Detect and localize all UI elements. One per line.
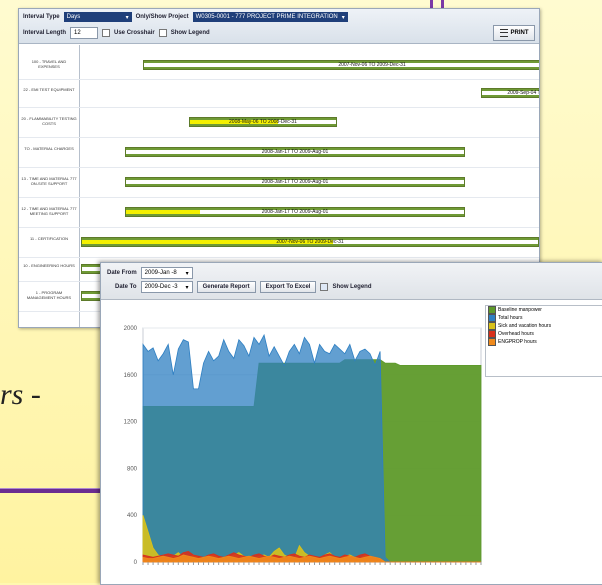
gantt-row: 22 - EMI TEST EQUIPMENT 2009-Sep-04 TO 20…	[19, 79, 539, 108]
print-button[interactable]: PRINT	[493, 25, 535, 41]
gantt-row-label: 10 - ENGINEERING HOURS	[23, 263, 75, 268]
date-to-select[interactable]: 2009-Dec -3 ▾	[140, 281, 193, 293]
date-from-value: 2009-Jan -8	[144, 270, 177, 276]
gantt-row-label: TO - MATERIAL CHARGES	[24, 146, 74, 151]
interval-type-value: Days	[66, 14, 81, 20]
legend-label: Sick and vacation hours	[498, 323, 552, 329]
y-tick-label: 1600	[124, 373, 138, 379]
slide-partial-text: rs -	[0, 378, 41, 411]
gantt-bar-label: 2008-May-06 TO 2008-Dec-31	[229, 119, 297, 125]
interval-type-label: Interval Type	[23, 14, 60, 20]
chevron-down-icon: ▾	[185, 270, 189, 277]
interval-length-input[interactable]: 12	[70, 27, 99, 39]
generate-report-button[interactable]: Generate Report	[196, 281, 256, 293]
gantt-row-label: 20 - FLAMMABILITY TESTING COSTS	[21, 116, 77, 126]
gantt-row-label: 1 - PROGRAM MANAGEMENT HOURS	[26, 290, 72, 300]
project-value: W0305-0001 - 777 PROJECT PRIME INTEGRATI…	[195, 14, 338, 20]
legend-label: Baseline manpower	[498, 307, 542, 313]
legend-item: Overhead hours	[486, 330, 602, 338]
legend-item: ENGPROP hours	[486, 338, 602, 346]
gantt-row-label: 100 - TRAVEL AND EXPENSES	[31, 59, 67, 69]
gantt-bar-label: 2008-Jan-17 TO 2009-Aug-01	[261, 179, 329, 185]
gantt-bar[interactable]: 2008-Jan-17 TO 2009-Aug-01	[125, 207, 465, 217]
interval-length-label: Interval Length	[23, 30, 67, 36]
legend-swatch	[488, 322, 496, 330]
gantt-row: 13 - TIME AND MATERIAL 777 ON-SITE SUPPO…	[19, 167, 539, 198]
report-window: Date From 2009-Jan -8 ▾ Date To 2009-Dec…	[100, 262, 602, 585]
show-legend-checkbox[interactable]	[158, 29, 167, 37]
y-tick-label: 1200	[124, 420, 138, 426]
legend-swatch	[488, 306, 496, 314]
gantt-bar-label: 2007-Nov-06 TO 2009-Dec-31	[338, 62, 406, 68]
legend-swatch	[488, 338, 496, 346]
report-toolbar: Date From 2009-Jan -8 ▾ Date To 2009-Dec…	[101, 263, 602, 300]
chevron-down-icon: ▾	[185, 284, 189, 291]
gantt-row: 12 - TIME AND MATERIAL 777 MEETING SUPPO…	[19, 197, 539, 228]
chart-legend: Baseline manpower Total hours Sick and vac…	[485, 305, 602, 377]
gantt-row: 100 - TRAVEL AND EXPENSES 2007-Nov-06 TO …	[19, 51, 539, 80]
date-to-value: 2009-Dec -3	[144, 284, 178, 290]
legend-item: Baseline manpower	[486, 306, 602, 314]
slide-divider	[0, 488, 110, 493]
gantt-bar[interactable]: 2007-Nov-06 TO 2009-Dec-31	[81, 237, 539, 247]
gantt-row-label: 12 - TIME AND MATERIAL 777 MEETING SUPPO…	[21, 206, 77, 216]
gantt-bar[interactable]: 2008-Jan-17 TO 2009-Aug-01	[125, 177, 465, 187]
legend-label: ENGPROP hours	[498, 339, 537, 345]
y-tick-label: 0	[134, 560, 138, 566]
gantt-row-label: 22 - EMI TEST EQUIPMENT	[23, 87, 75, 92]
gantt-bar-label: 2007-Nov-06 TO 2009-Dec-31	[276, 239, 344, 245]
date-from-label: Date From	[107, 270, 137, 276]
legend-swatch	[488, 314, 496, 322]
gantt-row: TO - MATERIAL CHARGES 2008-Jan-17 TO 2009…	[19, 137, 539, 168]
y-tick-label: 400	[127, 513, 138, 519]
legend-label: Total hours	[498, 315, 523, 321]
use-crosshair-checkbox[interactable]	[102, 29, 111, 37]
gantt-bar[interactable]: 2009-Sep-04 TO 2009-Dec-31	[481, 88, 539, 98]
hours-chart: 0 400 800 1200 1600 2000 Baseline manpower Tot…	[101, 300, 602, 584]
export-to-excel-button[interactable]: Export To Excel	[259, 281, 317, 293]
gantt-bar-label: 2008-Jan-17 TO 2009-Aug-01	[261, 209, 329, 215]
gantt-row-label: 13 - TIME AND MATERIAL 777 ON-SITE SUPPO…	[21, 176, 77, 186]
chevron-down-icon: ▾	[341, 14, 345, 21]
legend-item: Total hours	[486, 314, 602, 322]
chevron-down-icon: ▾	[125, 14, 129, 21]
show-legend-checkbox[interactable]	[320, 283, 329, 291]
date-to-label: Date To	[115, 284, 137, 290]
gantt-row: 20 - FLAMMABILITY TESTING COSTS 2008-May-…	[19, 107, 539, 138]
show-legend-label: Show Legend	[170, 30, 210, 36]
gantt-bar-label: 2008-Jan-17 TO 2009-Aug-01	[261, 149, 329, 155]
print-icon	[499, 29, 508, 37]
y-tick-label: 2000	[124, 326, 138, 332]
project-select[interactable]: W0305-0001 - 777 PROJECT PRIME INTEGRATI…	[192, 12, 348, 22]
date-from-select[interactable]: 2009-Jan -8 ▾	[140, 267, 193, 279]
show-legend-label: Show Legend	[332, 284, 372, 290]
print-label: PRINT	[510, 30, 529, 36]
only-show-project-label: Only/Show Project	[135, 14, 189, 20]
gantt-row: 11 - CERTIFICATION 2007-Nov-06 TO 2009-De…	[19, 227, 539, 258]
legend-swatch	[488, 330, 496, 338]
use-crosshair-label: Use Crosshair	[114, 30, 155, 36]
gantt-bar-label: 2009-Sep-04 TO 2009-Dec-31	[507, 90, 539, 96]
gantt-bar[interactable]: 2007-Nov-06 TO 2009-Dec-31	[143, 60, 539, 70]
interval-type-select[interactable]: Days ▾	[63, 12, 132, 22]
gantt-bar[interactable]: 2008-May-06 TO 2008-Dec-31	[189, 117, 337, 127]
legend-label: Overhead hours	[498, 331, 534, 337]
legend-item: Sick and vacation hours	[486, 322, 602, 330]
y-tick-label: 800	[127, 466, 138, 472]
gantt-bar[interactable]: 2008-Jan-17 TO 2009-Aug-01	[125, 147, 465, 157]
gantt-toolbar: Interval Type Days ▾ Only/Show Project W…	[19, 9, 539, 44]
gantt-row-label: 11 - CERTIFICATION	[29, 236, 68, 241]
